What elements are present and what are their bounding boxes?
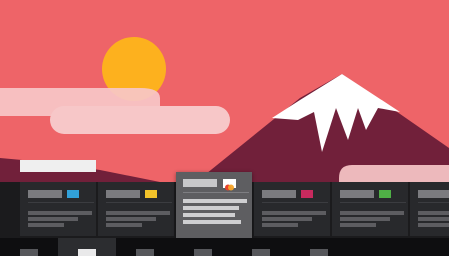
hero-landscape-image [0, 0, 449, 182]
card-text-line [106, 217, 156, 221]
card-title-bar [418, 190, 449, 198]
card-divider [340, 202, 406, 203]
magenta-square-icon [301, 190, 313, 198]
card-text-line [340, 217, 390, 221]
card-divider [106, 202, 172, 203]
carousel-card[interactable] [332, 182, 408, 236]
bottom-tab[interactable] [116, 238, 174, 256]
card-text-line [183, 206, 239, 210]
bottom-tab[interactable] [58, 238, 116, 256]
card-divider [28, 202, 94, 203]
cloud-middle [50, 106, 230, 134]
yellow-square-icon [145, 190, 157, 198]
tab-label-bar [310, 249, 328, 256]
card-text-line [418, 217, 449, 221]
card-text-line [28, 211, 92, 215]
tab-label-bar [20, 249, 38, 256]
bottom-tab[interactable] [0, 238, 58, 256]
card-text-line [418, 211, 449, 215]
card-divider [418, 202, 449, 203]
card-text-line [340, 223, 376, 227]
bottom-tab[interactable] [232, 238, 290, 256]
card-text-line [106, 223, 142, 227]
dual-circle-card-icon [223, 179, 236, 191]
card-text-line [262, 217, 312, 221]
card-title-bar [183, 179, 217, 187]
card-title-bar [340, 190, 374, 198]
card-text-line [183, 220, 241, 224]
bottom-tab[interactable] [290, 238, 348, 256]
card-title-bar [262, 190, 296, 198]
card-text-line [418, 223, 449, 227]
card-text-line [262, 211, 326, 215]
card-title-bar [28, 190, 62, 198]
card-text-line [106, 211, 170, 215]
card-text-line [28, 217, 78, 221]
app-screen [0, 0, 449, 256]
carousel-card[interactable] [410, 182, 449, 236]
blue-square-icon [67, 190, 79, 198]
tab-label-bar [194, 249, 212, 256]
hero-title-text-bar [20, 160, 96, 172]
carousel-card[interactable] [176, 172, 252, 238]
carousel-card[interactable] [20, 182, 96, 236]
tab-label-bar [78, 249, 96, 256]
carousel-card[interactable] [98, 182, 174, 236]
card-text-line [183, 199, 247, 203]
card-text-line [183, 213, 235, 217]
card-divider [262, 202, 328, 203]
carousel-card[interactable] [254, 182, 330, 236]
card-divider [183, 192, 249, 193]
tab-label-bar [252, 249, 270, 256]
card-text-line [28, 223, 64, 227]
card-title-bar [106, 190, 140, 198]
green-square-icon [379, 190, 391, 198]
card-text-line [340, 211, 404, 215]
tab-label-bar [136, 249, 154, 256]
cloud-right [339, 165, 449, 182]
card-text-line [262, 223, 298, 227]
bottom-tab[interactable] [174, 238, 232, 256]
